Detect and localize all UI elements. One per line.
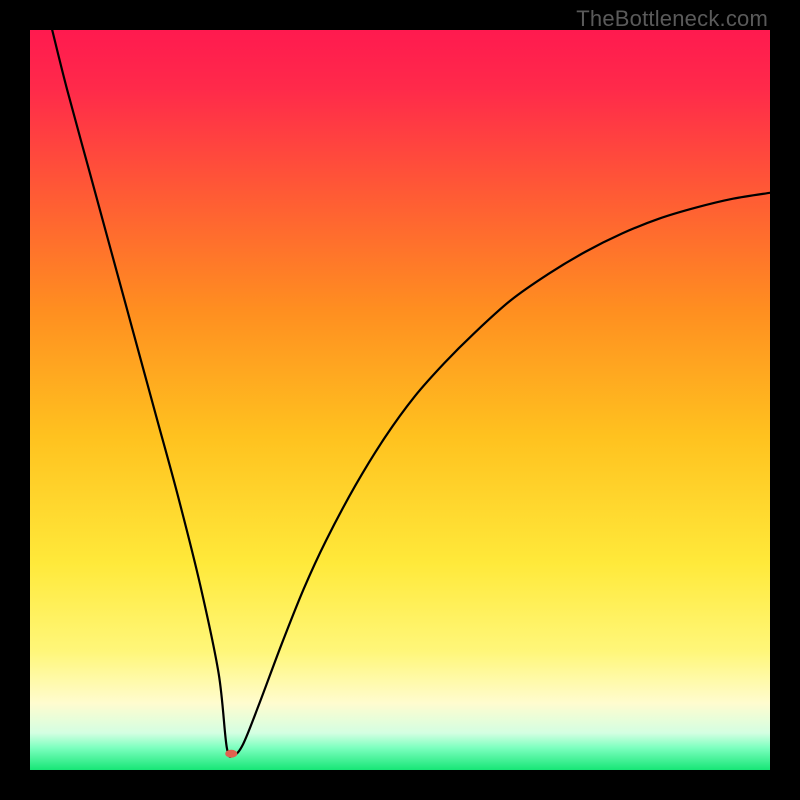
gradient-background <box>30 30 770 770</box>
watermark-text: TheBottleneck.com <box>576 6 768 32</box>
chart-svg <box>30 30 770 770</box>
plot-area <box>30 30 770 770</box>
chart-frame: TheBottleneck.com <box>0 0 800 800</box>
optimal-point-marker <box>225 750 237 758</box>
